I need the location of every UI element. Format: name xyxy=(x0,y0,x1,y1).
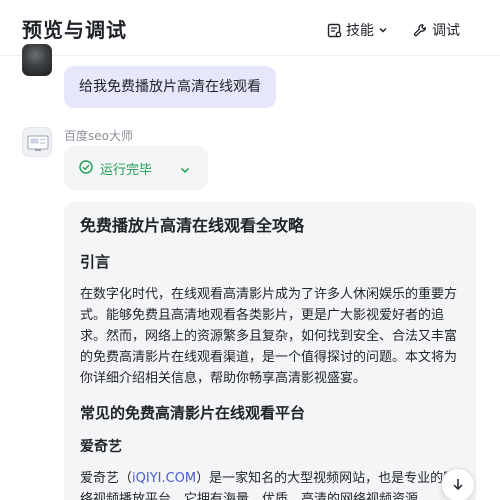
answer-title: 免费播放片高清在线观看全攻略 xyxy=(80,216,305,235)
intro-heading: 引言 xyxy=(80,253,111,271)
scroll-to-bottom-button[interactable] xyxy=(441,468,475,500)
user-avatar xyxy=(22,44,52,76)
debug-button[interactable]: 调试 xyxy=(413,19,460,41)
page-title: 预览与调试 xyxy=(22,18,127,42)
skills-icon xyxy=(327,23,342,38)
chevron-down-icon xyxy=(179,161,191,180)
answer-card: 免费播放片高清在线观看全攻略 引言 在数字化时代，在线观看高清影片成为了许多人休… xyxy=(64,202,476,500)
platform-link[interactable]: iQIYI.COM xyxy=(132,471,196,486)
wrench-icon xyxy=(413,23,428,38)
check-circle-icon xyxy=(79,159,93,178)
debug-label: 调试 xyxy=(432,23,460,39)
platform-paragraph: 爱奇艺（iQIYI.COM）是一家知名的大型视频网站，也是专业的网络视频播放平台… xyxy=(80,468,462,500)
bot-name: 百度seo大师 xyxy=(64,129,133,143)
arrow-down-icon xyxy=(451,476,465,495)
user-message-bubble: 给我免费播放片高清在线观看 xyxy=(64,66,276,108)
bot-avatar-image xyxy=(27,135,49,151)
app-header: 预览与调试 技能 调试 xyxy=(0,0,500,56)
bot-avatar xyxy=(22,127,52,157)
chevron-down-icon xyxy=(378,25,388,35)
run-status-toggle[interactable]: 运行完毕 xyxy=(64,146,208,190)
status-text: 运行完毕 xyxy=(100,162,153,178)
intro-paragraph: 在数字化时代，在线观看高清影片成为了许多人休闲娱乐的重要方式。能够免费且高清地观… xyxy=(80,287,458,386)
section-heading: 常见的免费高清影片在线观看平台 xyxy=(80,404,306,422)
platform-heading: 爱奇艺 xyxy=(80,439,122,455)
skills-label: 技能 xyxy=(346,23,374,39)
platform-text-before: 爱奇艺（ xyxy=(80,471,133,486)
skills-dropdown-button[interactable]: 技能 xyxy=(327,19,388,41)
